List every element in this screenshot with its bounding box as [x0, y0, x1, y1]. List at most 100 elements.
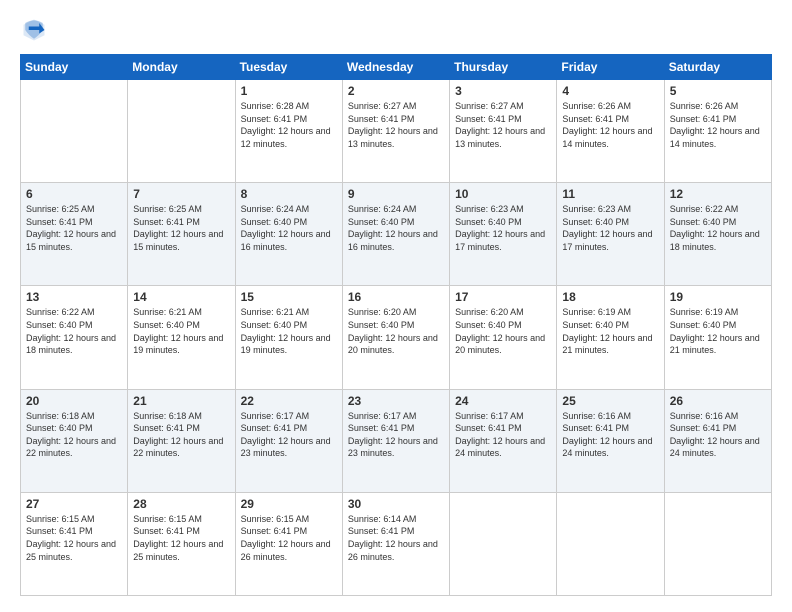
- calendar-cell: 9 Sunrise: 6:24 AM Sunset: 6:40 PM Daylig…: [342, 183, 449, 286]
- day-number: 5: [670, 84, 766, 98]
- day-info: Sunrise: 6:23 AM Sunset: 6:40 PM Dayligh…: [562, 203, 658, 253]
- day-number: 17: [455, 290, 551, 304]
- day-number: 11: [562, 187, 658, 201]
- day-number: 27: [26, 497, 122, 511]
- day-info: Sunrise: 6:26 AM Sunset: 6:41 PM Dayligh…: [562, 100, 658, 150]
- calendar-cell: 6 Sunrise: 6:25 AM Sunset: 6:41 PM Daylig…: [21, 183, 128, 286]
- day-number: 16: [348, 290, 444, 304]
- day-number: 19: [670, 290, 766, 304]
- day-info: Sunrise: 6:17 AM Sunset: 6:41 PM Dayligh…: [241, 410, 337, 460]
- day-number: 1: [241, 84, 337, 98]
- day-number: 10: [455, 187, 551, 201]
- calendar-cell: 7 Sunrise: 6:25 AM Sunset: 6:41 PM Daylig…: [128, 183, 235, 286]
- day-info: Sunrise: 6:21 AM Sunset: 6:40 PM Dayligh…: [241, 306, 337, 356]
- day-number: 28: [133, 497, 229, 511]
- day-number: 15: [241, 290, 337, 304]
- calendar-cell: 11 Sunrise: 6:23 AM Sunset: 6:40 PM Dayli…: [557, 183, 664, 286]
- logo-icon: [20, 16, 48, 44]
- calendar-cell: 4 Sunrise: 6:26 AM Sunset: 6:41 PM Daylig…: [557, 80, 664, 183]
- day-info: Sunrise: 6:15 AM Sunset: 6:41 PM Dayligh…: [26, 513, 122, 563]
- calendar-cell: 10 Sunrise: 6:23 AM Sunset: 6:40 PM Dayli…: [450, 183, 557, 286]
- page: SundayMondayTuesdayWednesdayThursdayFrid…: [0, 0, 792, 612]
- calendar-cell: 2Sunrise: 6:27 AM Sunset: 6:41 PM Daylig…: [342, 80, 449, 183]
- day-number: 30: [348, 497, 444, 511]
- calendar-cell: 15 Sunrise: 6:21 AM Sunset: 6:40 PM Dayli…: [235, 286, 342, 389]
- calendar-cell: 3 Sunrise: 6:27 AM Sunset: 6:41 PM Daylig…: [450, 80, 557, 183]
- day-number: 8: [241, 187, 337, 201]
- calendar-cell: 12Sunrise: 6:22 AM Sunset: 6:40 PM Dayli…: [664, 183, 771, 286]
- calendar-cell: 1 Sunrise: 6:28 AM Sunset: 6:41 PM Daylig…: [235, 80, 342, 183]
- calendar-header: SundayMondayTuesdayWednesdayThursdayFrid…: [21, 55, 772, 80]
- day-number: 14: [133, 290, 229, 304]
- day-info: Sunrise: 6:18 AM Sunset: 6:41 PM Dayligh…: [133, 410, 229, 460]
- calendar-cell: 13 Sunrise: 6:22 AM Sunset: 6:40 PM Dayli…: [21, 286, 128, 389]
- day-info: Sunrise: 6:17 AM Sunset: 6:41 PM Dayligh…: [348, 410, 444, 460]
- day-number: 13: [26, 290, 122, 304]
- day-number: 22: [241, 394, 337, 408]
- calendar-cell: 16 Sunrise: 6:20 AM Sunset: 6:40 PM Dayli…: [342, 286, 449, 389]
- day-info: Sunrise: 6:27 AM Sunset: 6:41 PM Dayligh…: [455, 100, 551, 150]
- day-info: Sunrise: 6:28 AM Sunset: 6:41 PM Dayligh…: [241, 100, 337, 150]
- day-info: Sunrise: 6:15 AM Sunset: 6:41 PM Dayligh…: [241, 513, 337, 563]
- day-info: Sunrise: 6:17 AM Sunset: 6:41 PM Dayligh…: [455, 410, 551, 460]
- header: [20, 16, 772, 44]
- calendar-cell: 21 Sunrise: 6:18 AM Sunset: 6:41 PM Dayli…: [128, 389, 235, 492]
- logo: [20, 16, 52, 44]
- calendar-cell: [664, 492, 771, 595]
- calendar-cell: 22 Sunrise: 6:17 AM Sunset: 6:41 PM Dayli…: [235, 389, 342, 492]
- col-header-monday: Monday: [128, 55, 235, 80]
- col-header-sunday: Sunday: [21, 55, 128, 80]
- day-number: 20: [26, 394, 122, 408]
- day-info: Sunrise: 6:15 AM Sunset: 6:41 PM Dayligh…: [133, 513, 229, 563]
- day-number: 2: [348, 84, 444, 98]
- day-info: Sunrise: 6:23 AM Sunset: 6:40 PM Dayligh…: [455, 203, 551, 253]
- week-row-0: 1 Sunrise: 6:28 AM Sunset: 6:41 PM Daylig…: [21, 80, 772, 183]
- calendar-cell: 26Sunrise: 6:16 AM Sunset: 6:41 PM Dayli…: [664, 389, 771, 492]
- day-number: 23: [348, 394, 444, 408]
- week-row-3: 20 Sunrise: 6:18 AM Sunset: 6:40 PM Dayli…: [21, 389, 772, 492]
- day-info: Sunrise: 6:18 AM Sunset: 6:40 PM Dayligh…: [26, 410, 122, 460]
- day-info: Sunrise: 6:26 AM Sunset: 6:41 PM Dayligh…: [670, 100, 766, 150]
- col-header-saturday: Saturday: [664, 55, 771, 80]
- day-number: 29: [241, 497, 337, 511]
- calendar-cell: [450, 492, 557, 595]
- calendar-cell: 23 Sunrise: 6:17 AM Sunset: 6:41 PM Dayli…: [342, 389, 449, 492]
- day-number: 21: [133, 394, 229, 408]
- day-info: Sunrise: 6:14 AM Sunset: 6:41 PM Dayligh…: [348, 513, 444, 563]
- calendar-cell: 20 Sunrise: 6:18 AM Sunset: 6:40 PM Dayli…: [21, 389, 128, 492]
- day-info: Sunrise: 6:24 AM Sunset: 6:40 PM Dayligh…: [241, 203, 337, 253]
- calendar-cell: [21, 80, 128, 183]
- day-number: 6: [26, 187, 122, 201]
- day-info: Sunrise: 6:21 AM Sunset: 6:40 PM Dayligh…: [133, 306, 229, 356]
- col-header-wednesday: Wednesday: [342, 55, 449, 80]
- calendar-cell: 8 Sunrise: 6:24 AM Sunset: 6:40 PM Daylig…: [235, 183, 342, 286]
- calendar-cell: 28 Sunrise: 6:15 AM Sunset: 6:41 PM Dayli…: [128, 492, 235, 595]
- day-info: Sunrise: 6:16 AM Sunset: 6:41 PM Dayligh…: [562, 410, 658, 460]
- calendar: SundayMondayTuesdayWednesdayThursdayFrid…: [20, 54, 772, 596]
- day-number: 3: [455, 84, 551, 98]
- day-number: 4: [562, 84, 658, 98]
- day-info: Sunrise: 6:22 AM Sunset: 6:40 PM Dayligh…: [26, 306, 122, 356]
- day-number: 25: [562, 394, 658, 408]
- day-info: Sunrise: 6:25 AM Sunset: 6:41 PM Dayligh…: [26, 203, 122, 253]
- header-row: SundayMondayTuesdayWednesdayThursdayFrid…: [21, 55, 772, 80]
- day-info: Sunrise: 6:20 AM Sunset: 6:40 PM Dayligh…: [348, 306, 444, 356]
- calendar-body: 1 Sunrise: 6:28 AM Sunset: 6:41 PM Daylig…: [21, 80, 772, 596]
- calendar-cell: 18Sunrise: 6:19 AM Sunset: 6:40 PM Dayli…: [557, 286, 664, 389]
- day-info: Sunrise: 6:25 AM Sunset: 6:41 PM Dayligh…: [133, 203, 229, 253]
- calendar-cell: [557, 492, 664, 595]
- day-info: Sunrise: 6:24 AM Sunset: 6:40 PM Dayligh…: [348, 203, 444, 253]
- week-row-2: 13 Sunrise: 6:22 AM Sunset: 6:40 PM Dayli…: [21, 286, 772, 389]
- calendar-cell: 14 Sunrise: 6:21 AM Sunset: 6:40 PM Dayli…: [128, 286, 235, 389]
- calendar-cell: 17 Sunrise: 6:20 AM Sunset: 6:40 PM Dayli…: [450, 286, 557, 389]
- day-info: Sunrise: 6:20 AM Sunset: 6:40 PM Dayligh…: [455, 306, 551, 356]
- day-number: 26: [670, 394, 766, 408]
- calendar-cell: [128, 80, 235, 183]
- calendar-cell: 30 Sunrise: 6:14 AM Sunset: 6:41 PM Dayli…: [342, 492, 449, 595]
- calendar-cell: 5 Sunrise: 6:26 AM Sunset: 6:41 PM Daylig…: [664, 80, 771, 183]
- calendar-cell: 24Sunrise: 6:17 AM Sunset: 6:41 PM Dayli…: [450, 389, 557, 492]
- col-header-tuesday: Tuesday: [235, 55, 342, 80]
- day-info: Sunrise: 6:19 AM Sunset: 6:40 PM Dayligh…: [670, 306, 766, 356]
- day-number: 7: [133, 187, 229, 201]
- day-number: 9: [348, 187, 444, 201]
